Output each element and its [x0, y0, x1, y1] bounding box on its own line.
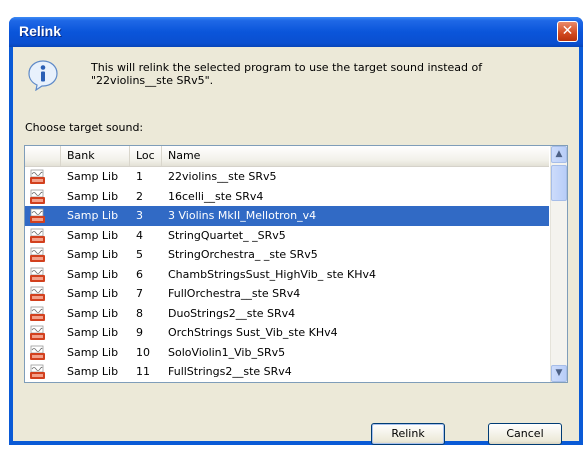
list-item[interactable]: Samp Lib 9 OrchStrings Sust_Vib_ste KHv4 [25, 323, 549, 343]
close-button[interactable]: ✕ [557, 21, 578, 42]
row-name: SoloViolin1_Vib_SRv5 [168, 345, 286, 359]
cancel-button[interactable]: Cancel [488, 423, 562, 445]
scroll-up-button[interactable]: ▲ [551, 146, 567, 163]
row-loc: 10 [136, 345, 150, 359]
list-item[interactable]: Samp Lib 4 StringQuartet_ _SRv5 [25, 226, 549, 246]
row-loc: 9 [136, 326, 143, 339]
relink-dialog: Relink ✕ This will relink the selected p… [9, 17, 583, 445]
list-item[interactable]: Samp Lib 8 DuoStrings2__ste SRv4 [25, 304, 549, 324]
sample-icon [29, 189, 47, 205]
row-bank: Samp Lib [67, 326, 119, 339]
list-rows: Samp Lib 1 22violins__ste SRv5 Samp Lib 2 16c… [25, 167, 549, 382]
chevron-down-icon: ▼ [555, 368, 563, 378]
list-item[interactable]: Samp Lib 11 FullStrings2__ste SRv4 [25, 362, 549, 382]
sample-icon [29, 267, 47, 283]
header-icon-column[interactable] [25, 146, 61, 166]
row-loc: 6 [136, 267, 143, 281]
choose-target-label: Choose target sound: [25, 121, 144, 134]
row-bank: Samp Lib [67, 267, 119, 281]
row-name: StringOrchestra_ _ste SRv5 [168, 248, 318, 261]
row-loc: 8 [136, 306, 143, 320]
row-bank: Samp Lib [67, 287, 119, 300]
sample-icon [29, 306, 47, 322]
header-loc[interactable]: Loc [130, 146, 162, 166]
list-item[interactable]: Samp Lib 3 3 Violins MkII_Mellotron_v4 [25, 206, 549, 226]
row-name: FullOrchestra__ste SRv4 [168, 287, 301, 300]
message-line-1: This will relink the selected program to… [91, 61, 483, 74]
list-item[interactable]: Samp Lib 7 FullOrchestra__ste SRv4 [25, 284, 549, 304]
vertical-scrollbar[interactable]: ▲ ▼ [550, 146, 567, 382]
row-loc: 5 [136, 248, 143, 261]
relink-button[interactable]: Relink [371, 423, 445, 445]
row-name: FullStrings2__ste SRv4 [168, 365, 292, 378]
message-text: This will relink the selected program to… [91, 61, 551, 87]
row-loc: 2 [136, 189, 143, 203]
sample-icon [29, 208, 47, 224]
row-name: 22violins__ste SRv5 [168, 170, 277, 183]
scroll-down-button[interactable]: ▼ [551, 365, 567, 382]
sample-icon [29, 228, 47, 244]
target-sound-list[interactable]: Bank Loc Name Samp Lib 1 22violins__ste SR… [24, 145, 568, 383]
sample-icon [29, 286, 47, 302]
list-header: Bank Loc Name [25, 146, 549, 167]
row-loc: 1 [136, 170, 143, 183]
info-icon [27, 59, 59, 91]
row-bank: Samp Lib [67, 228, 119, 242]
row-bank: Samp Lib [67, 306, 119, 320]
sample-icon [29, 169, 47, 185]
row-loc: 3 [136, 209, 143, 222]
row-name: StringQuartet_ _SRv5 [168, 228, 286, 242]
window-title: Relink [19, 23, 62, 39]
list-item[interactable]: Samp Lib 1 22violins__ste SRv5 [25, 167, 549, 187]
list-item[interactable]: Samp Lib 2 16celli__ste SRv4 [25, 187, 549, 207]
row-bank: Samp Lib [67, 365, 119, 378]
row-loc: 4 [136, 228, 143, 242]
dialog-body: This will relink the selected program to… [13, 47, 579, 445]
header-bank[interactable]: Bank [61, 146, 130, 166]
header-name[interactable]: Name [162, 146, 549, 166]
row-name: ChambStringsSust_HighVib_ ste KHv4 [168, 267, 377, 281]
title-bar[interactable]: Relink ✕ [9, 17, 583, 47]
row-bank: Samp Lib [67, 345, 119, 359]
message-line-2: "22violins__ste SRv5". [91, 74, 214, 87]
row-loc: 11 [136, 365, 150, 378]
row-bank: Samp Lib [67, 209, 119, 222]
close-icon: ✕ [561, 23, 574, 39]
row-name: DuoStrings2__ste SRv4 [168, 306, 296, 320]
row-bank: Samp Lib [67, 248, 119, 261]
row-name: OrchStrings Sust_Vib_ste KHv4 [168, 326, 338, 339]
scroll-thumb[interactable] [551, 165, 567, 201]
row-loc: 7 [136, 287, 143, 300]
sample-icon [29, 247, 47, 263]
chevron-up-icon: ▲ [555, 149, 563, 159]
row-name: 3 Violins MkII_Mellotron_v4 [168, 209, 317, 222]
list-item[interactable]: Samp Lib 6 ChambStringsSust_HighVib_ ste K… [25, 265, 549, 285]
row-name: 16celli__ste SRv4 [168, 189, 264, 203]
row-bank: Samp Lib [67, 170, 119, 183]
sample-icon [29, 345, 47, 361]
list-item[interactable]: Samp Lib 10 SoloViolin1_Vib_SRv5 [25, 343, 549, 363]
list-item[interactable]: Samp Lib 5 StringOrchestra_ _ste SRv5 [25, 245, 549, 265]
row-bank: Samp Lib [67, 189, 119, 203]
sample-icon [29, 364, 47, 380]
sample-icon [29, 325, 47, 341]
